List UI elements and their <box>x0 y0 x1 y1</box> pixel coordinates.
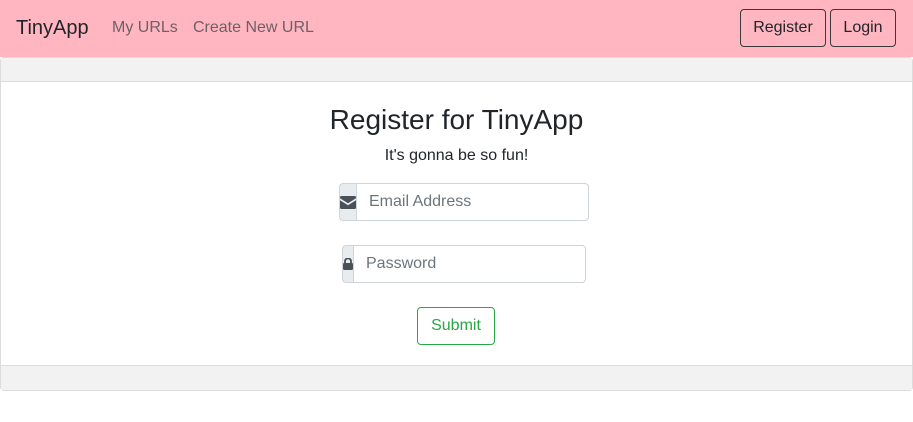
brand-link[interactable]: TinyApp <box>16 16 89 40</box>
nav-link-my-urls[interactable]: My URLs <box>112 18 178 38</box>
card-header <box>1 58 912 82</box>
password-field[interactable] <box>353 245 586 283</box>
top-navbar: TinyApp My URLs Create New URL Register … <box>0 0 913 57</box>
submit-button[interactable]: Submit <box>417 307 495 345</box>
password-input-group <box>342 245 586 283</box>
lock-icon <box>342 245 353 283</box>
page-subtitle: It's gonna be so fun! <box>384 147 529 164</box>
nav-link-create-new-url[interactable]: Create New URL <box>193 18 314 38</box>
register-button[interactable]: Register <box>740 9 826 47</box>
card-footer <box>1 365 912 390</box>
login-button[interactable]: Login <box>830 9 896 47</box>
email-field[interactable] <box>356 183 589 221</box>
page-title: Register for TinyApp <box>329 104 584 135</box>
envelope-icon <box>339 183 356 221</box>
email-input-group <box>339 183 589 221</box>
